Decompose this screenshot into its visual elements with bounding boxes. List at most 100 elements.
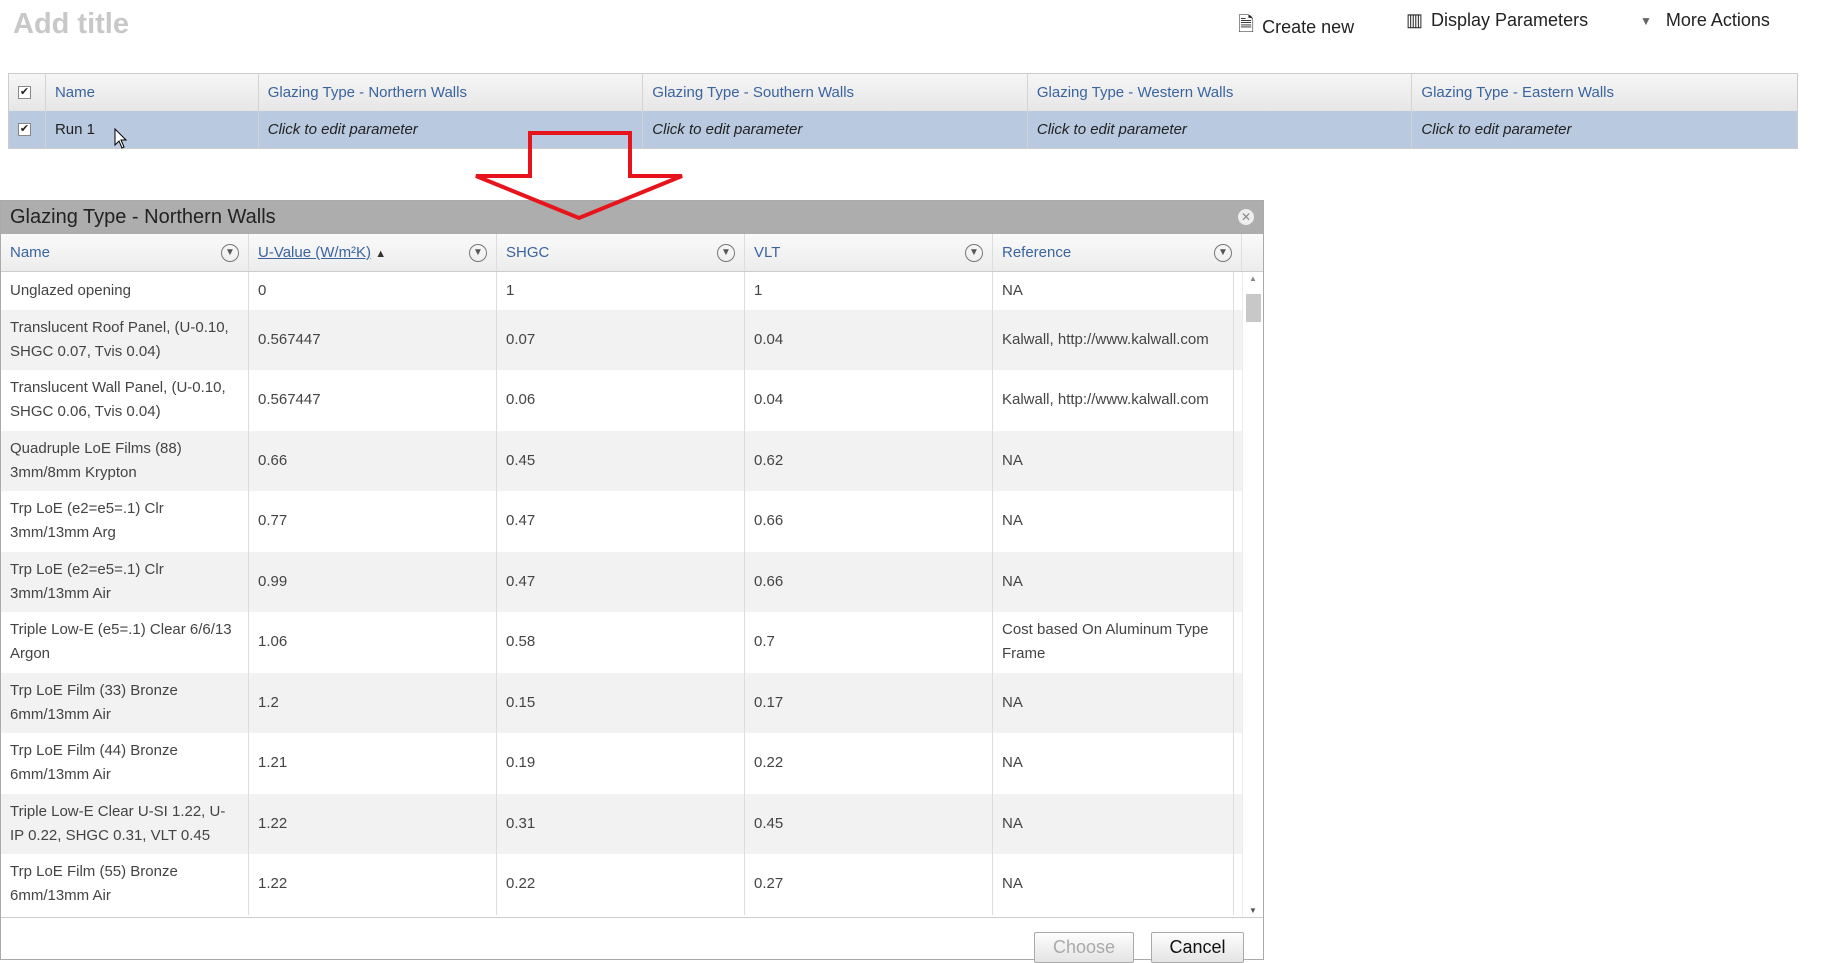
table-row[interactable]: Trp LoE Film (44) Bronze 6mm/13mm Air 1.2…	[1, 733, 1242, 794]
grid-header: ✔ Name Glazing Type - Northern Walls Gla…	[9, 74, 1797, 111]
dialog-footer: Choose Cancel	[1, 917, 1263, 963]
col-name[interactable]: Name ▼	[1, 234, 249, 271]
display-parameters-button[interactable]: ▥ Display Parameters	[1406, 10, 1588, 31]
cell-vlt: 1	[745, 272, 993, 310]
cell-uvalue: 0.567447	[249, 309, 497, 371]
red-arrow-annotation	[475, 131, 683, 221]
cell-shgc: 0.58	[497, 612, 745, 673]
header-southern[interactable]: Glazing Type - Southern Walls	[643, 74, 1028, 111]
sort-asc-icon: ▲	[375, 248, 387, 260]
caret-down-icon: ▼	[1640, 13, 1652, 28]
scrollbar[interactable]: ▲ ▼	[1242, 272, 1263, 917]
table-row[interactable]: Trp LoE Film (33) Bronze 6mm/13mm Air 1.2…	[1, 672, 1242, 734]
table-row[interactable]: Trp LoE (e2=e5=.1) Clr 3mm/13mm Arg 0.77 0…	[1, 491, 1242, 552]
cell-uvalue: 1.22	[249, 793, 497, 855]
filter-icon[interactable]: ▼	[717, 243, 735, 262]
cell-reference: Kalwall, http://www.kalwall.com	[993, 370, 1234, 431]
cell-vlt: 0.17	[745, 672, 993, 734]
table-row[interactable]: Trp LoE (e2=e5=.1) Clr 3mm/13mm Air 0.99 0…	[1, 551, 1242, 613]
cell-eastern[interactable]: Click to edit parameter	[1412, 111, 1797, 148]
choose-button[interactable]: Choose	[1034, 932, 1134, 963]
document-add-icon: 🗎	[1238, 14, 1255, 36]
col-shgc-label: SHGC	[506, 244, 550, 261]
cell-uvalue: 1.21	[249, 733, 497, 794]
create-new-label: Create new	[1262, 16, 1355, 37]
table-row[interactable]: Triple Low-E Clear U-SI 1.22, U-IP 0.22,…	[1, 793, 1242, 855]
cell-reference: NA	[993, 793, 1234, 855]
glazing-dialog: Glazing Type - Northern Walls ✕ Name ▼ U-V…	[0, 200, 1264, 963]
cell-uvalue: 0.77	[249, 491, 497, 552]
header-western[interactable]: Glazing Type - Western Walls	[1028, 74, 1413, 111]
col-reference[interactable]: Reference ▼	[993, 234, 1242, 271]
row-checkbox[interactable]: ✔	[9, 111, 46, 148]
cell-reference: NA	[993, 672, 1234, 734]
mouse-cursor-icon	[114, 128, 128, 149]
col-vlt[interactable]: VLT ▼	[745, 234, 993, 271]
cell-shgc: 0.45	[497, 430, 745, 492]
cell-name: Translucent Wall Panel, (U-0.10, SHGC 0.…	[1, 370, 249, 431]
cell-shgc: 0.47	[497, 551, 745, 613]
close-icon[interactable]: ✕	[1238, 209, 1254, 225]
cell-uvalue: 0.567447	[249, 370, 497, 431]
cancel-button[interactable]: Cancel	[1151, 932, 1244, 963]
table-row[interactable]: Translucent Roof Panel, (U-0.10, SHGC 0.…	[1, 309, 1242, 371]
cell-name: Triple Low-E (e5=.1) Clear 6/6/13 Argon	[1, 612, 249, 673]
table-row[interactable]: Quadruple LoE Films (88) 3mm/8mm Krypton…	[1, 430, 1242, 492]
cell-name: Translucent Roof Panel, (U-0.10, SHGC 0.…	[1, 309, 249, 371]
table-row[interactable]: Translucent Wall Panel, (U-0.10, SHGC 0.…	[1, 370, 1242, 431]
cell-uvalue: 0.66	[249, 430, 497, 492]
dialog-table-body: Unglazed opening 0 1 1 NA Translucent Roof Pa…	[1, 272, 1242, 917]
dialog-header: Name ▼ U-Value (W/m²K) ▲ ▼ SHGC ▼ VLT ▼ Refe…	[1, 234, 1263, 272]
cell-name: Trp LoE Film (55) Bronze 6mm/13mm Air	[1, 854, 249, 915]
cell-shgc: 0.07	[497, 309, 745, 371]
col-name-label: Name	[10, 244, 51, 261]
col-reference-label: Reference	[1002, 244, 1072, 261]
cell-name: Trp LoE (e2=e5=.1) Clr 3mm/13mm Air	[1, 551, 249, 613]
cell-vlt: 0.04	[745, 370, 993, 431]
cell-reference: Kalwall, http://www.kalwall.com	[993, 309, 1234, 371]
cell-vlt: 0.45	[745, 793, 993, 855]
col-uvalue[interactable]: U-Value (W/m²K) ▲ ▼	[249, 234, 497, 271]
runs-grid: ✔ Name Glazing Type - Northern Walls Gla…	[8, 73, 1798, 149]
cell-name: Quadruple LoE Films (88) 3mm/8mm Krypton	[1, 430, 249, 492]
filter-icon[interactable]: ▼	[469, 243, 487, 262]
scrollbar-thumb[interactable]	[1246, 294, 1261, 322]
cell-vlt: 0.66	[745, 491, 993, 552]
more-actions-button[interactable]: ▼ More Actions	[1640, 10, 1770, 31]
page-title[interactable]: Add title	[13, 8, 129, 41]
filter-icon[interactable]: ▼	[965, 243, 983, 262]
cell-reference: Cost based On Aluminum Type Frame	[993, 612, 1234, 673]
cell-reference: NA	[993, 854, 1234, 915]
cell-vlt: 0.7	[745, 612, 993, 673]
cell-shgc: 0.22	[497, 854, 745, 915]
cell-uvalue: 0.99	[249, 551, 497, 613]
cell-name: Trp LoE (e2=e5=.1) Clr 3mm/13mm Arg	[1, 491, 249, 552]
header-eastern[interactable]: Glazing Type - Eastern Walls	[1412, 74, 1797, 111]
table-row[interactable]: ✔ Run 1 Click to edit parameter Click to…	[9, 111, 1797, 148]
cell-shgc: 0.47	[497, 491, 745, 552]
cell-name: Trp LoE Film (44) Bronze 6mm/13mm Air	[1, 733, 249, 794]
table-row[interactable]: Triple Low-E (e5=.1) Clear 6/6/13 Argon 1…	[1, 612, 1242, 673]
header-northern[interactable]: Glazing Type - Northern Walls	[259, 74, 644, 111]
run-name[interactable]: Run 1	[46, 111, 259, 148]
cell-southern[interactable]: Click to edit parameter	[643, 111, 1028, 148]
cell-shgc: 0.15	[497, 672, 745, 734]
cell-vlt: 0.22	[745, 733, 993, 794]
scroll-down-icon[interactable]: ▼	[1249, 906, 1257, 915]
col-shgc[interactable]: SHGC ▼	[497, 234, 745, 271]
columns-icon: ▥	[1406, 10, 1424, 30]
filter-icon[interactable]: ▼	[221, 243, 239, 262]
header-name[interactable]: Name	[46, 74, 259, 111]
more-actions-label: More Actions	[1665, 10, 1770, 30]
create-new-button[interactable]: 🗎 Create new	[1238, 10, 1354, 44]
scroll-up-icon[interactable]: ▲	[1249, 274, 1257, 283]
table-row[interactable]: Trp LoE Film (55) Bronze 6mm/13mm Air 1.2…	[1, 854, 1242, 915]
table-row[interactable]: Unglazed opening 0 1 1 NA	[1, 272, 1242, 310]
cell-reference: NA	[993, 272, 1234, 310]
cell-western[interactable]: Click to edit parameter	[1028, 111, 1413, 148]
cell-uvalue: 1.06	[249, 612, 497, 673]
cell-reference: NA	[993, 551, 1234, 613]
filter-icon[interactable]: ▼	[1214, 243, 1232, 262]
cell-name: Triple Low-E Clear U-SI 1.22, U-IP 0.22,…	[1, 793, 249, 855]
select-all-checkbox[interactable]: ✔	[9, 74, 46, 111]
